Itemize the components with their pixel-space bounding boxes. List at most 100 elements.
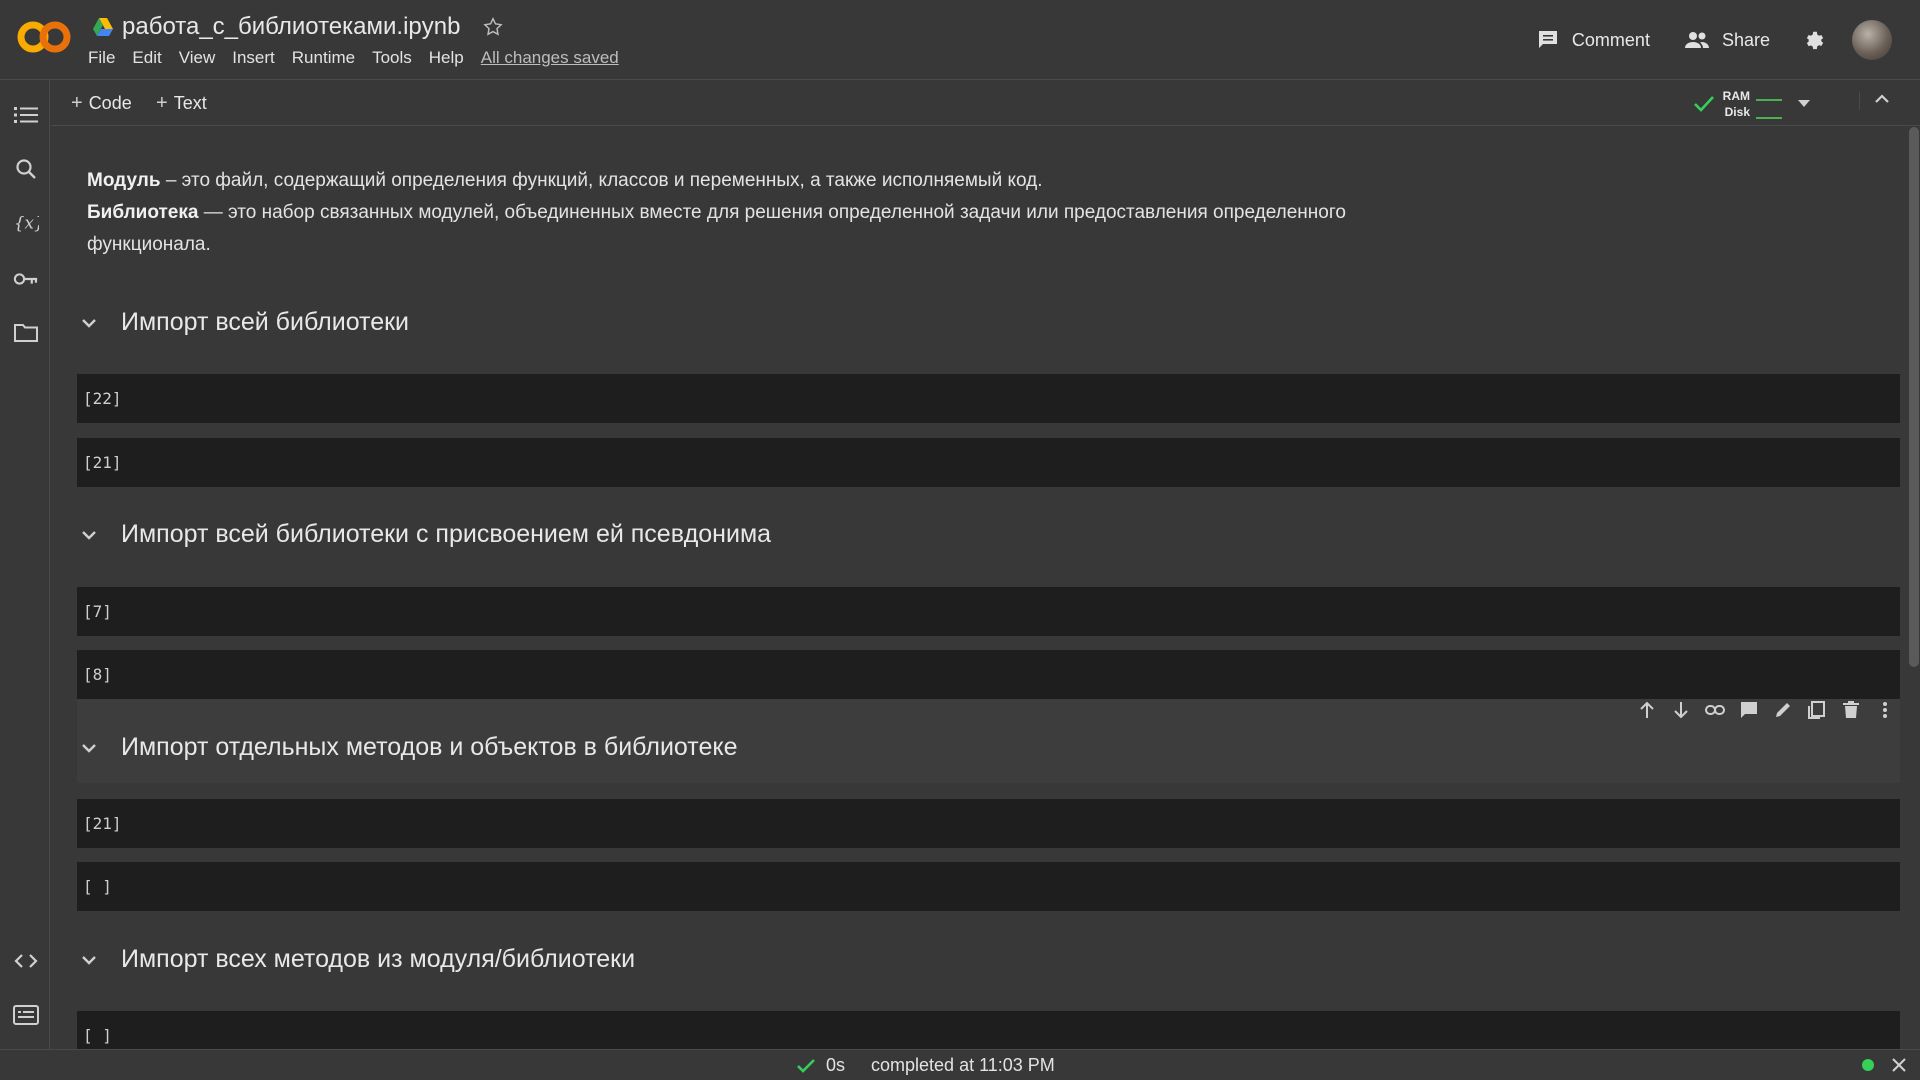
add-code-button[interactable]: + Code bbox=[71, 92, 132, 115]
colab-logo-icon[interactable] bbox=[16, 18, 72, 56]
section-title: Импорт всей библиотеки bbox=[121, 308, 410, 336]
comment-button[interactable]: Comment bbox=[1536, 29, 1650, 51]
chevron-down-icon[interactable] bbox=[79, 738, 99, 758]
runtime-resources[interactable]: RAM Disk bbox=[1693, 88, 1810, 120]
module-term: Модуль bbox=[87, 170, 161, 191]
chevron-down-icon[interactable] bbox=[79, 950, 99, 970]
code-cell[interactable]: [21] bbox=[77, 799, 1900, 848]
section-heading[interactable]: Импорт всей библиотеки с присвоением ей … bbox=[79, 520, 771, 549]
menu-insert[interactable]: Insert bbox=[232, 48, 275, 68]
header-actions: Comment Share bbox=[1536, 20, 1892, 60]
resource-bars bbox=[1756, 89, 1782, 119]
disk-label: Disk bbox=[1724, 105, 1750, 119]
code-cell[interactable]: [7] bbox=[77, 587, 1900, 636]
menu-view[interactable]: View bbox=[179, 48, 216, 68]
code-cell[interactable]: [22] bbox=[77, 374, 1900, 423]
menu-bar: File Edit View Insert Runtime Tools Help… bbox=[88, 48, 619, 68]
comment-icon bbox=[1538, 31, 1557, 48]
title-row: работа_с_библиотеками.ipynb bbox=[92, 12, 504, 42]
section-title: Импорт всей библиотеки с присвоением ей … bbox=[121, 520, 772, 548]
code-cell[interactable]: [8] bbox=[77, 650, 1900, 699]
move-up-icon[interactable] bbox=[1637, 700, 1657, 720]
notebook-scrollbar[interactable] bbox=[1906, 127, 1920, 1049]
folder-icon[interactable] bbox=[13, 320, 39, 346]
close-icon[interactable] bbox=[1892, 1058, 1906, 1072]
share-label: Share bbox=[1721, 29, 1770, 50]
share-button[interactable]: Share bbox=[1684, 30, 1770, 51]
people-icon bbox=[1684, 32, 1709, 48]
completion-time: completed at 11:03 PM bbox=[871, 1055, 1055, 1075]
cell-toolbar bbox=[1637, 700, 1895, 720]
execution-count: [ ] bbox=[83, 1026, 112, 1045]
document-title[interactable]: работа_с_библиотеками.ipynb bbox=[122, 13, 460, 41]
secrets-key-icon[interactable] bbox=[13, 266, 39, 292]
star-icon[interactable] bbox=[482, 16, 504, 38]
section-heading[interactable]: Импорт отдельных методов и объектов в би… bbox=[79, 733, 737, 762]
caret-down-icon[interactable] bbox=[1798, 100, 1810, 108]
execution-count: [7] bbox=[83, 602, 112, 621]
add-text-button[interactable]: + Text bbox=[156, 92, 207, 115]
execution-status[interactable]: 0s completed at 11:03 PM bbox=[796, 1055, 1055, 1076]
library-term: Библиотека bbox=[87, 202, 199, 223]
move-down-icon[interactable] bbox=[1671, 700, 1691, 720]
top-header: работа_с_библиотеками.ipynb File Edit Vi… bbox=[0, 0, 1920, 80]
execution-count: [21] bbox=[83, 453, 122, 472]
svg-text:{x}: {x} bbox=[14, 213, 39, 233]
table-of-contents-icon[interactable] bbox=[13, 102, 39, 128]
chevron-down-icon[interactable] bbox=[79, 313, 99, 333]
edit-pencil-icon[interactable] bbox=[1773, 700, 1793, 720]
execution-duration: 0s bbox=[826, 1055, 846, 1075]
ram-label: RAM bbox=[1722, 89, 1750, 103]
notebook-area: Модуль – это файл, содержащий определени… bbox=[51, 127, 1905, 1049]
module-definition: – это файл, содержащий определения функц… bbox=[160, 170, 1043, 191]
intro-text-cell[interactable]: Модуль – это файл, содержащий определени… bbox=[87, 165, 1387, 261]
scrollbar-thumb[interactable] bbox=[1909, 127, 1919, 667]
code-cell[interactable]: [21] bbox=[77, 438, 1900, 487]
status-bar: 0s completed at 11:03 PM bbox=[0, 1049, 1920, 1080]
menu-help[interactable]: Help bbox=[429, 48, 464, 68]
execution-count: [22] bbox=[83, 389, 122, 408]
add-code-label: Code bbox=[88, 93, 132, 113]
comment-label: Comment bbox=[1571, 29, 1650, 50]
gear-icon[interactable] bbox=[1804, 29, 1826, 51]
resource-labels: RAM Disk bbox=[1723, 88, 1750, 120]
menu-runtime[interactable]: Runtime bbox=[292, 48, 355, 68]
section-title: Импорт отдельных методов и объектов в би… bbox=[121, 733, 738, 761]
save-status-link[interactable]: All changes saved bbox=[481, 48, 619, 68]
menu-edit[interactable]: Edit bbox=[132, 48, 161, 68]
execution-count: [8] bbox=[83, 665, 112, 684]
link-icon[interactable] bbox=[1705, 700, 1725, 720]
code-snippets-icon[interactable] bbox=[13, 948, 39, 974]
menu-tools[interactable]: Tools bbox=[372, 48, 412, 68]
more-vert-icon[interactable] bbox=[1875, 700, 1895, 720]
ram-usage-bar bbox=[1756, 89, 1782, 101]
section-title: Импорт всех методов из модуля/библиотеки bbox=[121, 945, 636, 973]
mirror-cell-icon[interactable] bbox=[1807, 700, 1827, 720]
left-sidebar: {x} bbox=[0, 80, 50, 1049]
check-icon bbox=[797, 1058, 815, 1073]
runtime-status-icon bbox=[1862, 1059, 1874, 1071]
comment-icon[interactable] bbox=[1739, 700, 1759, 720]
user-avatar[interactable] bbox=[1852, 20, 1892, 60]
plus-icon: + bbox=[156, 92, 168, 114]
connected-check-icon bbox=[1693, 96, 1714, 112]
menu-file[interactable]: File bbox=[88, 48, 115, 68]
code-cell[interactable]: [ ] bbox=[77, 862, 1900, 911]
variables-icon[interactable]: {x} bbox=[13, 210, 39, 236]
disk-usage-bar bbox=[1756, 107, 1782, 119]
library-definition: — это набор связанных модулей, объединен… bbox=[87, 202, 1346, 255]
plus-icon: + bbox=[71, 92, 83, 114]
google-drive-icon[interactable] bbox=[92, 17, 114, 37]
section-heading[interactable]: Импорт всей библиотеки bbox=[79, 308, 409, 337]
code-cell[interactable]: [ ] bbox=[77, 1011, 1900, 1049]
notebook-toolbar: + Code + Text RAM Disk bbox=[51, 80, 1920, 126]
command-palette-icon[interactable] bbox=[13, 1002, 39, 1028]
section-heading[interactable]: Импорт всех методов из модуля/библиотеки bbox=[79, 945, 635, 974]
search-icon[interactable] bbox=[13, 156, 39, 182]
add-text-label: Text bbox=[173, 93, 207, 113]
chevron-down-icon[interactable] bbox=[79, 525, 99, 545]
execution-count: [21] bbox=[83, 814, 122, 833]
delete-icon[interactable] bbox=[1841, 700, 1861, 720]
collapse-header-button[interactable] bbox=[1859, 92, 1890, 110]
execution-count: [ ] bbox=[83, 877, 112, 896]
